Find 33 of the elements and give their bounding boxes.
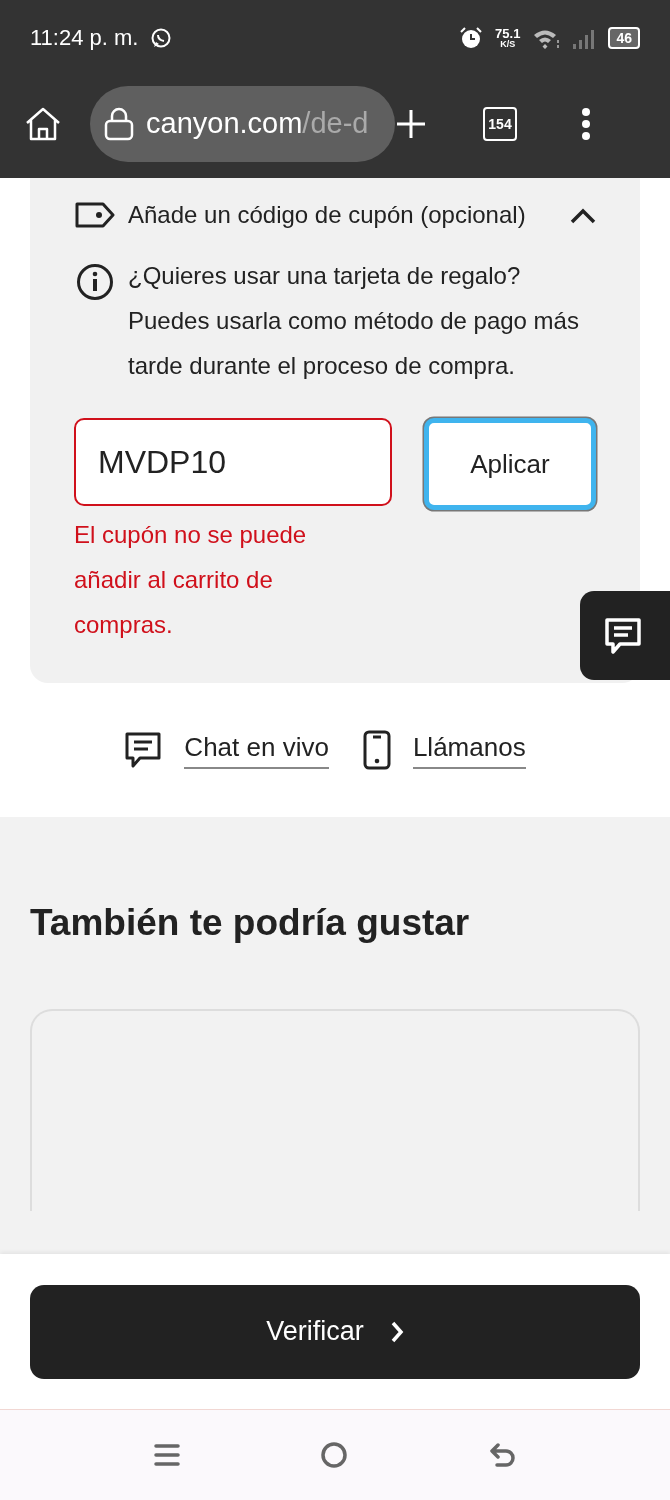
home-button-icon[interactable] xyxy=(320,1441,348,1469)
plus-icon[interactable] xyxy=(395,107,427,140)
speed-unit: K/S xyxy=(500,39,516,49)
call-link[interactable]: Llámanos xyxy=(412,731,526,769)
section-heading: También te podría gustar xyxy=(30,901,471,945)
address-bar[interactable]: canyon.com/de-d xyxy=(90,85,395,162)
battery-indicator: 46 xyxy=(608,26,640,49)
phone-icon xyxy=(362,730,391,770)
chat-float-button[interactable] xyxy=(580,591,670,680)
coupon-toggle[interactable]: Añade un código de cupón (opcional) xyxy=(128,192,558,237)
url-text: canyon.com/de-d xyxy=(146,107,369,140)
coupon-input-field[interactable]: MVDP10 xyxy=(74,418,392,506)
chevron-right-icon xyxy=(389,1319,404,1344)
chat-icon xyxy=(124,731,163,769)
alarm-icon xyxy=(459,25,484,50)
back-icon[interactable] xyxy=(488,1441,516,1469)
gift-card-info: ¿Quieres usar una tarjeta de regalo? Puedes usarla como método de pago más tarde durante el proceso de compra. xyxy=(128,261,580,381)
network-speed: 75.1 xyxy=(495,26,521,40)
tab-count-button[interactable]: 154 xyxy=(483,106,517,141)
error-message: El cupón no se puede añadir al carrito de compras. xyxy=(74,520,308,640)
clock-time: 11:24 p. m. xyxy=(30,24,139,51)
chat-icon xyxy=(604,616,642,655)
home-icon[interactable] xyxy=(24,105,62,142)
info-icon xyxy=(74,263,116,301)
tag-icon xyxy=(74,202,116,228)
chevron-up-icon[interactable] xyxy=(570,208,596,224)
recent-apps-icon[interactable] xyxy=(154,1442,180,1468)
checkout-button[interactable]: Verificar xyxy=(30,1284,640,1379)
lock-icon xyxy=(104,106,134,141)
chat-bubble-icon xyxy=(150,26,173,49)
live-chat-link[interactable]: Chat en vivo xyxy=(184,731,329,769)
menu-icon[interactable] xyxy=(581,106,591,141)
apply-button[interactable]: Aplicar xyxy=(424,418,596,510)
